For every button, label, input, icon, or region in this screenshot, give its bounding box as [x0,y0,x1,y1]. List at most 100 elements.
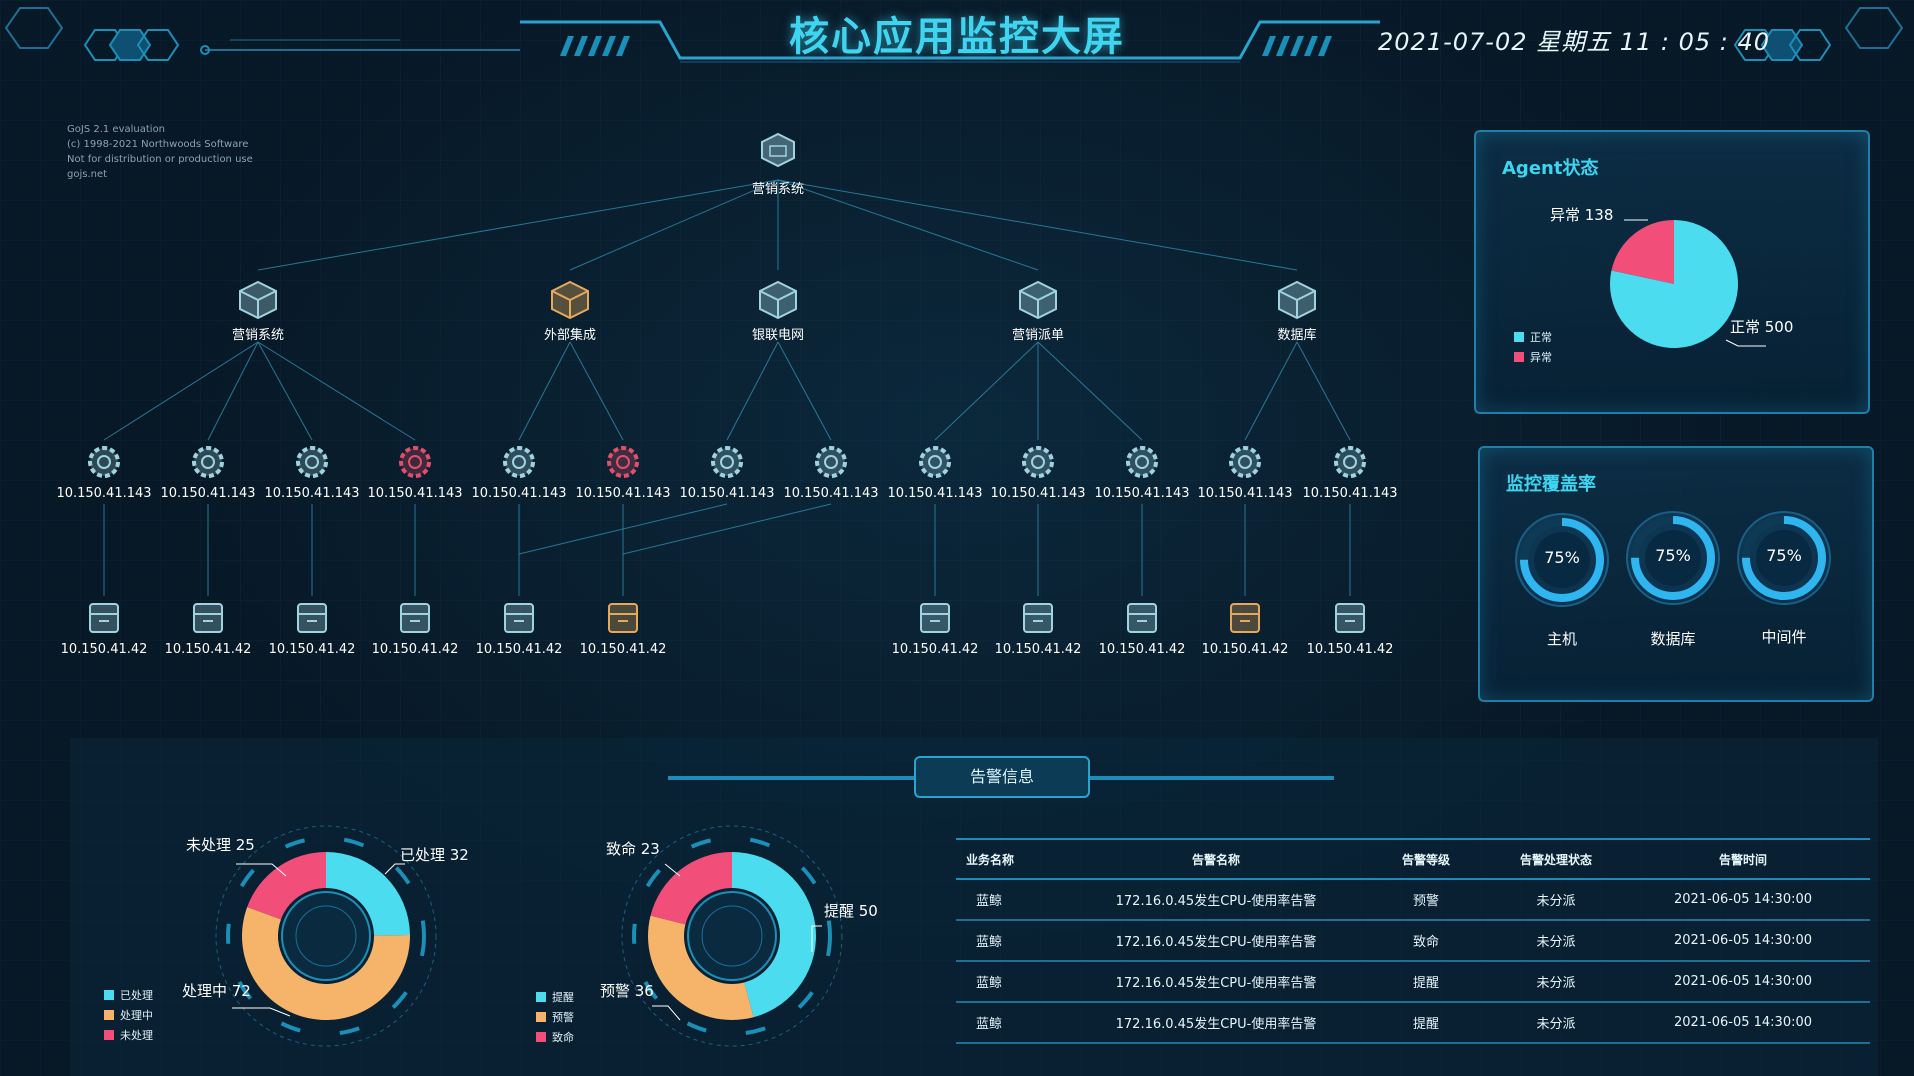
group-server-link [257,341,416,441]
database-node-icon[interactable] [186,596,230,640]
server-gear-icon[interactable] [1223,440,1267,484]
database-node-icon[interactable] [1328,596,1372,640]
database-node-icon[interactable] [82,596,126,640]
root-group-link [257,179,779,271]
database-node-icon[interactable] [1016,596,1060,640]
warning-label: 预警 36 [600,982,654,1000]
group-server-link [1037,341,1143,441]
node-label: 10.150.41.143 [1197,486,1293,501]
legend-swatch [536,1032,546,1042]
tab-line-right [1090,776,1334,780]
header: 核心应用监控大屏 2021-07-02 星期五 11 : 05 : 40 [0,0,1914,70]
database-node-icon[interactable] [601,596,645,640]
root-system-icon[interactable] [756,128,800,172]
group-server-link [103,341,259,441]
column-header: 告警时间 [1616,838,1870,880]
column-header: 告警处理状态 [1496,838,1616,880]
server-gear-icon[interactable] [82,440,126,484]
cell-time: 2021-06-05 14:30:00 [1616,1002,1870,1044]
database-node-icon[interactable] [913,596,957,640]
node-label: 营销系统 [231,328,284,343]
database-node-icon[interactable] [290,596,334,640]
node-label: 10.150.41.42 [164,642,252,657]
database-node-icon[interactable] [393,596,437,640]
table-row[interactable]: 蓝鲸 172.16.0.45发生CPU-使用率告警 致命 未分派 2021-06… [956,920,1870,962]
node-label: 营销系统 [751,182,804,197]
table-row[interactable]: 蓝鲸 172.16.0.45发生CPU-使用率告警 提醒 未分派 2021-06… [956,961,1870,1003]
server-gear-icon[interactable] [186,440,230,484]
cell-business: 蓝鲸 [956,1002,1076,1044]
node-label: 10.150.41.143 [990,486,1086,501]
tab-alarm-info[interactable]: 告警信息 [914,756,1090,798]
page-title: 核心应用监控大屏 [789,14,1125,60]
node-label: 10.150.41.42 [371,642,459,657]
cell-status: 未分派 [1496,961,1616,1003]
node-label: 10.150.41.143 [575,486,671,501]
donut-leader [232,1007,291,1017]
processing-label: 处理中 72 [182,982,251,1000]
cell-business: 蓝鲸 [956,961,1076,1003]
group-cube-icon[interactable] [548,278,592,322]
node-label: 10.150.41.143 [56,486,152,501]
legend-swatch [536,1012,546,1022]
cell-status: 未分派 [1496,879,1616,921]
database-node-icon[interactable] [1120,596,1164,640]
database-node-icon[interactable] [1223,596,1267,640]
gauge-value-host: 75% [1544,548,1580,567]
agent-pie-chart [1610,219,1766,348]
cell-alarm-level: 提醒 [1356,1002,1496,1044]
node-label: 外部集成 [543,328,596,343]
cell-alarm-level: 提醒 [1356,961,1496,1003]
table-row[interactable]: 蓝鲸 172.16.0.45发生CPU-使用率告警 预警 未分派 2021-06… [956,879,1870,921]
server-gear-icon[interactable] [497,440,541,484]
cell-alarm-name: 172.16.0.45发生CPU-使用率告警 [1076,920,1356,962]
cell-time: 2021-06-05 14:30:00 [1616,920,1870,962]
normal-count-label: 正常 500 [1730,318,1794,336]
fatal-label: 致命 23 [606,840,660,858]
legend-swatch [1514,352,1524,362]
node-label: 10.150.41.42 [579,642,667,657]
server-gear-icon[interactable] [809,440,853,484]
group-cube-icon[interactable] [756,278,800,322]
column-header: 告警等级 [1356,838,1496,880]
group-cube-icon[interactable] [1275,278,1319,322]
unprocessed-label: 未处理 25 [186,836,255,854]
server-gear-icon[interactable] [290,440,334,484]
column-header: 告警名称 [1076,838,1356,880]
server-gear-icon[interactable] [1120,440,1164,484]
database-node-icon[interactable] [497,596,541,640]
gauge-label-database: 数据库 [1650,630,1696,648]
group-cube-icon[interactable] [236,278,280,322]
server-gear-icon[interactable] [601,440,645,484]
group-server-link [518,341,571,441]
node-label: 10.150.41.42 [1098,642,1186,657]
node-label: 10.150.41.42 [475,642,563,657]
coverage-gauges [1515,511,1831,607]
server-gear-icon[interactable] [393,440,437,484]
legend-label: 异常 [1530,351,1552,364]
server-gear-icon[interactable] [1016,440,1060,484]
node-label: 10.150.41.143 [1094,486,1190,501]
node-label: 10.150.41.42 [891,642,979,657]
column-header: 业务名称 [956,838,1076,880]
legend-item: 提醒 [536,988,574,1008]
table-row[interactable]: 蓝鲸 172.16.0.45发生CPU-使用率告警 提醒 未分派 2021-06… [956,1002,1870,1044]
legend-swatch [104,990,114,1000]
cell-status: 未分派 [1496,1002,1616,1044]
topology-diagram[interactable]: 营销系统 营销系统 10.150.41.143 10.150.41.42 10.150.… [0,100,1460,700]
donut-hub [687,891,777,981]
group-cube-icon[interactable] [1016,278,1060,322]
node-label: 10.150.41.143 [264,486,360,501]
node-label: 10.150.41.42 [994,642,1082,657]
node-label: 10.150.41.143 [1302,486,1398,501]
group-server-link [257,341,313,441]
group-server-link [777,341,832,441]
cross-link [622,503,832,555]
server-gear-icon[interactable] [913,440,957,484]
group-server-link [569,341,624,441]
server-gear-icon[interactable] [1328,440,1372,484]
legend-item-normal: 正常 [1514,328,1552,348]
node-label: 10.150.41.42 [60,642,148,657]
server-gear-icon[interactable] [705,440,749,484]
legend-swatch [104,1010,114,1020]
